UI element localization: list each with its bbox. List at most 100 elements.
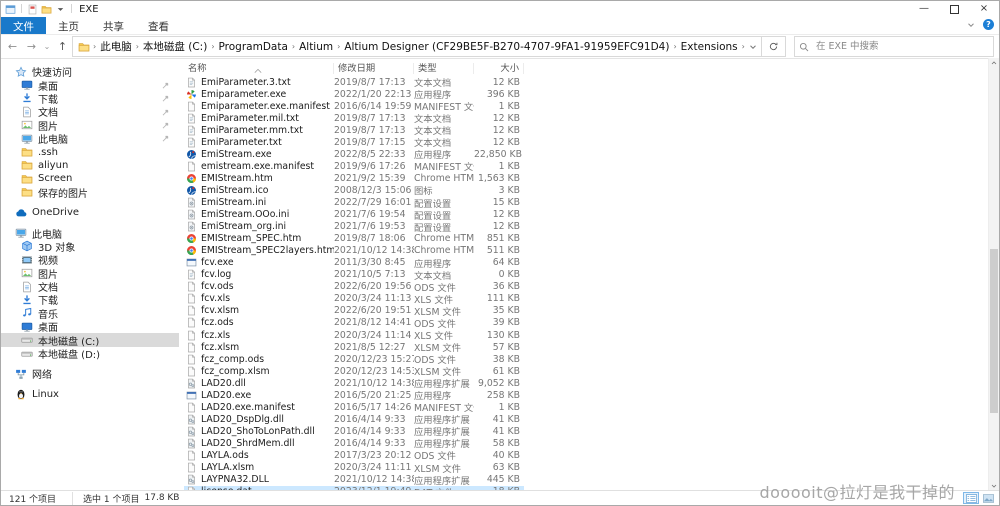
sidebar-item-music[interactable]: 音乐 [1, 307, 179, 321]
scrollbar-thumb[interactable] [990, 248, 998, 414]
sidebar-item-3d-objects[interactable]: 3D 对象 [1, 240, 179, 254]
forward-arrow-icon[interactable]: → [22, 41, 41, 52]
menu-tab-view[interactable]: 查看 [136, 17, 181, 34]
breadcrumb-item[interactable]: Altium [296, 41, 336, 53]
pin-icon[interactable] [161, 134, 170, 143]
sidebar-item-this-pc-pin[interactable]: 此电脑 [1, 132, 179, 146]
breadcrumb-item[interactable]: ProgramData [216, 41, 291, 53]
drive-icon [21, 334, 33, 346]
collapse-ribbon-icon[interactable] [966, 20, 976, 30]
sidebar-item-videos[interactable]: 视频 [1, 253, 179, 267]
file-row[interactable]: emistream.exe.manifest 2019/9/6 17:26 MANI… [184, 160, 524, 173]
file-size: 12 KB [492, 76, 520, 88]
sidebar-item-pictures[interactable]: 图片 [1, 266, 179, 281]
sidebar-item-screen[interactable]: Screen [1, 172, 179, 185]
dll-file-icon [186, 438, 197, 449]
new-folder-icon[interactable] [41, 4, 52, 15]
file-date: 2021/7/6 19:54 [334, 209, 406, 221]
sidebar-item-downloads-pin[interactable]: 下载 [1, 92, 179, 106]
address-bar: ← → ⌄ ↑ › 此电脑 › 本地磁盘 (C:) › ProgramData › Altiu… [1, 35, 999, 59]
dll-file-icon [186, 414, 197, 425]
sidebar-item-label: 保存的图片 [38, 188, 88, 200]
breadcrumb-item[interactable]: 本地磁盘 (C:) [140, 39, 210, 54]
sidebar-item-onedrive[interactable]: OneDrive [1, 206, 179, 219]
menu-tab-share[interactable]: 共享 [91, 17, 136, 34]
back-arrow-icon[interactable]: ← [3, 41, 22, 52]
pin-icon[interactable] [161, 108, 170, 117]
sidebar-item-this-pc[interactable]: 此电脑 [1, 226, 179, 241]
video-icon [21, 254, 33, 266]
sidebar-item-downloads[interactable]: 下载 [1, 293, 179, 307]
sidebar-item-desktop[interactable]: 桌面 [1, 320, 179, 334]
sidebar-item-desktop-pin[interactable]: 桌面 [1, 78, 179, 93]
file-name: EmiStream.ico [201, 184, 269, 196]
file-date: 2020/12/23 15:27 [334, 353, 414, 365]
explorer-icon [5, 4, 16, 15]
txt-file-icon [186, 137, 197, 148]
file-size: 57 KB [492, 341, 520, 353]
sidebar-item-pictures-pin[interactable]: 图片 [1, 119, 179, 133]
history-dropdown-icon[interactable]: ⌄ [41, 42, 53, 51]
file-row[interactable]: EMIStream_SPEC.htm 2019/8/7 18:06 Chrome H… [184, 233, 524, 245]
chrome-file-icon [186, 233, 197, 244]
selection-count: 选中 1 个项目 [72, 491, 140, 505]
sidebar-item-label: Linux [32, 388, 59, 400]
minimize-button[interactable]: — [909, 1, 939, 17]
sidebar-item-local-disk-c[interactable]: 本地磁盘 (C:) [1, 333, 179, 348]
breadcrumb-item[interactable]: Altium Designer (CF29BE5F-B270-4707-9FA1… [341, 41, 672, 53]
pin-icon[interactable] [161, 94, 170, 103]
folder-icon [78, 41, 90, 53]
pin-icon[interactable] [161, 121, 170, 130]
file-name: EmiStream_org.ini [201, 221, 287, 233]
sidebar-item-saved-pictures[interactable]: 保存的图片 [1, 186, 179, 200]
sidebar-item-ssh[interactable]: .ssh [1, 145, 179, 158]
vertical-scrollbar[interactable] [988, 58, 999, 491]
file-name: fcz_comp.xlsm [201, 365, 270, 377]
column-header-1[interactable]: 修改日期 [334, 62, 414, 74]
column-header-2[interactable]: 类型 [414, 62, 474, 74]
file-row[interactable]: EmiStream_org.ini 2021/7/6 19:53 配置设置 12 KB [184, 221, 524, 234]
properties-icon[interactable] [27, 4, 38, 15]
file-name: Emiparameter.exe.manifest [201, 100, 330, 112]
thumbnails-view-button[interactable] [980, 492, 996, 504]
help-icon[interactable]: ? [983, 19, 994, 30]
close-button[interactable]: × [969, 1, 999, 17]
breadcrumb-item[interactable]: Extensions [678, 41, 741, 53]
file-size: 1 KB [498, 401, 520, 413]
sidebar-item-label: 本地磁盘 (D:) [38, 350, 101, 362]
breadcrumb-item[interactable]: 此电脑 [97, 39, 135, 54]
toolbar-dropdown-icon[interactable] [55, 4, 66, 15]
breadcrumb[interactable]: › 此电脑 › 本地磁盘 (C:) › ProgramData › Altium › Altium… [72, 36, 762, 57]
file-name: LAYLA.ods [201, 449, 249, 461]
file-name: EMIStream.htm [201, 172, 273, 184]
star-icon [15, 66, 27, 78]
maximize-button[interactable] [939, 1, 969, 17]
menu-tab-file[interactable]: 文件 [1, 17, 46, 34]
sidebar-item-network[interactable]: 网络 [1, 367, 179, 381]
search-input[interactable] [814, 40, 989, 53]
file-size: 64 KB [492, 257, 520, 269]
app-file-icon [186, 390, 197, 401]
refresh-button[interactable] [762, 36, 786, 57]
sidebar-item-quick-access[interactable]: 快速访问 [1, 65, 179, 79]
sidebar-item-local-disk-d[interactable]: 本地磁盘 (D:) [1, 347, 179, 362]
sidebar-item-documents[interactable]: 文档 [1, 280, 179, 294]
column-header-3[interactable]: 大小 [474, 62, 524, 74]
file-name: fcv.exe [201, 257, 234, 269]
details-view-button[interactable] [963, 492, 979, 504]
pin-icon[interactable] [161, 81, 170, 90]
address-dropdown-icon[interactable] [748, 42, 758, 52]
file-size: 1 KB [498, 100, 520, 112]
file-name: fcv.xls [201, 293, 231, 305]
file-size: 61 KB [492, 365, 520, 377]
quick-access-toolbar: | | [5, 4, 74, 15]
sidebar-item-documents-pin[interactable]: 文档 [1, 105, 179, 119]
doc-file-icon [186, 450, 197, 461]
txt-file-icon [186, 125, 197, 136]
file-size: 9,052 KB [477, 377, 520, 389]
up-arrow-icon[interactable]: ↑ [53, 41, 72, 52]
sidebar-item-linux[interactable]: Linux [1, 388, 179, 401]
sidebar-item-aliyun[interactable]: aliyun [1, 159, 179, 172]
scroll-up-icon[interactable] [989, 58, 999, 68]
menu-tab-home[interactable]: 主页 [46, 17, 91, 34]
